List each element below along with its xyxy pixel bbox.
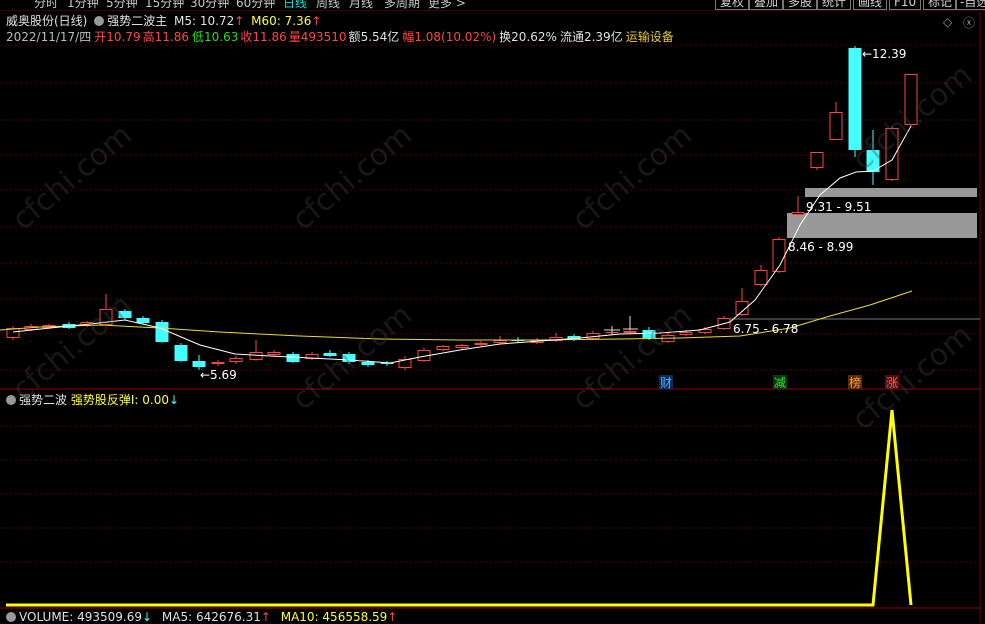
sub-indicator-header: 强势二波 强势股反弹I: 0.00↓ — [6, 391, 179, 408]
resistance-zone — [805, 188, 977, 197]
m5-value: M5: 10.72↑ — [174, 14, 245, 28]
indicator-toggle-icon[interactable] — [6, 612, 16, 622]
candle-body — [174, 345, 188, 361]
volume-value: 量493510 — [288, 30, 347, 44]
candle-body — [211, 362, 225, 364]
zone-price-label: 6.75 - 6.78 — [733, 322, 798, 336]
stock-name[interactable]: 威奥股份(日线) — [6, 14, 87, 28]
candle-body — [623, 331, 637, 333]
zone-price-label: 8.46 - 8.99 — [788, 240, 853, 254]
candle-body — [192, 361, 206, 367]
candle-body — [474, 343, 488, 345]
close-icon[interactable]: ⓧ — [963, 14, 975, 31]
badge-zhang: 涨 — [886, 375, 898, 390]
diamond-icon[interactable]: ◇ — [943, 15, 952, 29]
candle-body — [323, 353, 337, 356]
ma5-arrow: ↑ — [260, 610, 271, 624]
candle-body — [155, 322, 169, 342]
candle-body — [6, 328, 20, 338]
candle-body — [754, 270, 768, 285]
indicator-toggle-icon[interactable] — [94, 16, 105, 26]
open-value: 开10.79 — [94, 30, 141, 44]
indicator-name[interactable]: 强势二波主 — [107, 14, 167, 28]
low-value: 低10.63 — [191, 30, 239, 44]
candle-body — [904, 74, 918, 125]
sub-indicator-name[interactable]: 强势二波 — [19, 393, 67, 407]
change-value: 幅1.08(10.02%) — [402, 30, 497, 44]
turnover-value: 换20.62% — [499, 30, 557, 44]
candle-body — [455, 345, 469, 348]
sub-indicator-arrow: ↓ — [168, 393, 180, 407]
volume-value-label: VOLUME: 493509.69 — [19, 610, 142, 624]
candle-body — [286, 354, 300, 362]
badge-bang: 榜 — [849, 375, 861, 390]
ma10-arrow: ↑ — [387, 610, 398, 624]
badge-cai: 财 — [660, 376, 672, 390]
candle-body — [791, 212, 805, 215]
ma10-volume: MA10: 456558.59 — [280, 610, 388, 624]
candle-body — [136, 318, 150, 323]
sub-indicator-value: 强势股反弹I: 0.00 — [70, 393, 169, 407]
candle-body — [342, 354, 356, 362]
ma5-volume: MA5: 642676.31 — [161, 610, 261, 624]
candle-body — [848, 48, 862, 150]
candle-body — [885, 128, 899, 180]
zone-price-label: 9.31 - 9.51 — [806, 200, 871, 214]
signal-line — [6, 409, 913, 607]
candle-body — [436, 346, 450, 350]
candle-body — [118, 311, 132, 318]
high-price-label: ←12.39 — [862, 47, 906, 61]
candle-body — [493, 340, 507, 343]
candle-body — [810, 152, 824, 168]
candle-body — [642, 330, 656, 339]
m60-value: M60: 7.36↑ — [251, 14, 322, 28]
candle-body — [229, 358, 243, 362]
candle-body — [361, 362, 375, 365]
low-price-label: ←5.69 — [200, 368, 237, 382]
candle-body — [679, 332, 693, 335]
resistance-zone — [787, 213, 977, 238]
stock-info-line: 威奥股份(日线) 强势二波主 M5: 10.72↑ M60: 7.36↑ — [6, 12, 324, 28]
indicator-toggle-icon[interactable] — [6, 395, 16, 405]
volume-header: VOLUME: 493509.69↓ MA5: 642676.31↑ MA10:… — [6, 610, 397, 624]
badge-jian: 减 — [774, 376, 786, 390]
kline-chart[interactable]: ←12.39 ←5.69 9.31 - 9.51 8.46 - 8.99 6.75 - … — [0, 0, 985, 623]
float-value: 流通2.39亿 — [559, 30, 623, 44]
candle-body — [249, 352, 263, 360]
candle-body — [829, 112, 843, 140]
volume-arrow: ↓ — [142, 610, 153, 624]
amount-value: 额5.54亿 — [348, 30, 400, 44]
close-value: 收11.86 — [240, 30, 287, 44]
quote-line: 2022/11/17/四 开10.79 高11.86 低10.63 收11.86 量493… — [6, 28, 677, 44]
sector-label[interactable]: 运输设备 — [626, 30, 674, 44]
quote-date: 2022/11/17/四 — [6, 30, 92, 44]
candle-body — [267, 352, 281, 355]
high-value: 高11.86 — [142, 30, 189, 44]
